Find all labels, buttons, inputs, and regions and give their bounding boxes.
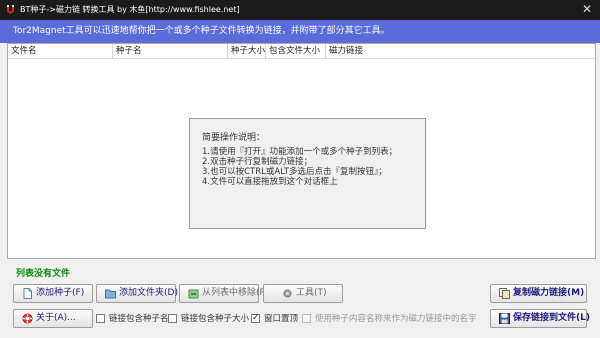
magnet-app-icon (7, 5, 14, 14)
file-icon (23, 288, 32, 299)
copy-magnet-label: 复制磁力链接(M) (513, 288, 585, 298)
save-icon (499, 313, 510, 324)
checkbox-box-checked[interactable] (251, 312, 260, 324)
torrent-list[interactable]: 文件名 种子名 种子大小 包含文件大小 磁力链接 简要操作说明： 1.请使用『打… (7, 43, 596, 259)
main-window: BT种子->磁力链 转换工具 by 木鱼[http://www.fishlee.… (0, 0, 600, 338)
help-title: 简要操作说明： (202, 133, 266, 143)
checkbox-box[interactable] (96, 314, 105, 323)
status-text: 列表没有文件 (16, 269, 71, 279)
add-folder-label: 添加文件夹(D) (119, 288, 178, 298)
remove-label: 从列表中移除(R) (202, 288, 270, 298)
help-line: 2.双击种子行复制磁力链接； (202, 157, 313, 167)
window-title: BT种子->磁力链 转换工具 by 木鱼[http://www.fishlee.… (20, 5, 240, 14)
about-label: 关于(A)... (36, 313, 76, 323)
banner-text: Tor2Magnet工具可以迅速地帮你把一个或多个种子文件转换为链接，并附带了部… (13, 26, 390, 36)
about-button[interactable]: 关于(A)... (13, 309, 93, 328)
add-torrent-label: 添加种子(F) (36, 288, 85, 298)
save-links-label: 保存链接到文件(L) (513, 313, 590, 323)
gear-icon (283, 289, 292, 298)
add-folder-button[interactable]: 添加文件夹(D) (96, 284, 178, 303)
title-bar: BT种子->磁力链 转换工具 by 木鱼[http://www.fishlee.… (0, 0, 600, 20)
help-line: 1.请使用『打开』功能添加一个或多个种子到列表； (202, 147, 398, 157)
copy-magnet-button[interactable]: 复制磁力链接(M) (490, 284, 587, 303)
use-content-name-label: 使用种子内容名称来作为磁力链接中的名字 (315, 314, 477, 324)
window-on-top-label: 窗口置顶 (264, 314, 299, 324)
help-line: 4.文件可以直接拖放到这个对话框上 (202, 177, 338, 187)
column-header-torrent-size[interactable]: 种子大小 (228, 44, 266, 58)
list-header: 文件名 种子名 种子大小 包含文件大小 磁力链接 (8, 44, 595, 59)
remove-from-list-button[interactable]: 从列表中移除(R) (179, 284, 269, 303)
add-torrent-button[interactable]: 添加种子(F) (13, 284, 93, 303)
lifebuoy-icon (22, 313, 33, 324)
tools-button[interactable]: 工具(T) (263, 284, 343, 303)
copy-icon (499, 288, 510, 299)
column-header-content-size[interactable]: 包含文件大小 (266, 44, 326, 58)
remove-icon (188, 289, 199, 299)
column-header-magnet-link[interactable]: 磁力链接 (326, 44, 595, 58)
include-torrent-size-label: 链接包含种子大小 (181, 314, 250, 324)
folder-icon (105, 289, 116, 299)
checkbox-box[interactable] (168, 314, 177, 323)
checkbox-box[interactable] (302, 314, 311, 323)
close-button[interactable]: ✕ (582, 2, 592, 16)
column-header-torrent-name[interactable]: 种子名 (113, 44, 228, 58)
help-panel: 简要操作说明： 1.请使用『打开』功能添加一个或多个种子到列表； 2.双击种子行… (189, 118, 426, 229)
column-header-filename[interactable]: 文件名 (8, 44, 113, 58)
info-banner: Tor2Magnet工具可以迅速地帮你把一个或多个种子文件转换为链接，并附带了部… (0, 20, 600, 43)
help-line: 3.也可以按CTRL或ALT多选后点击『复制按钮』； (202, 167, 387, 177)
tools-label: 工具(T) (296, 288, 327, 298)
include-torrent-name-label: 链接包含种子名 (109, 314, 169, 324)
save-links-button[interactable]: 保存链接到文件(L) (490, 309, 590, 328)
